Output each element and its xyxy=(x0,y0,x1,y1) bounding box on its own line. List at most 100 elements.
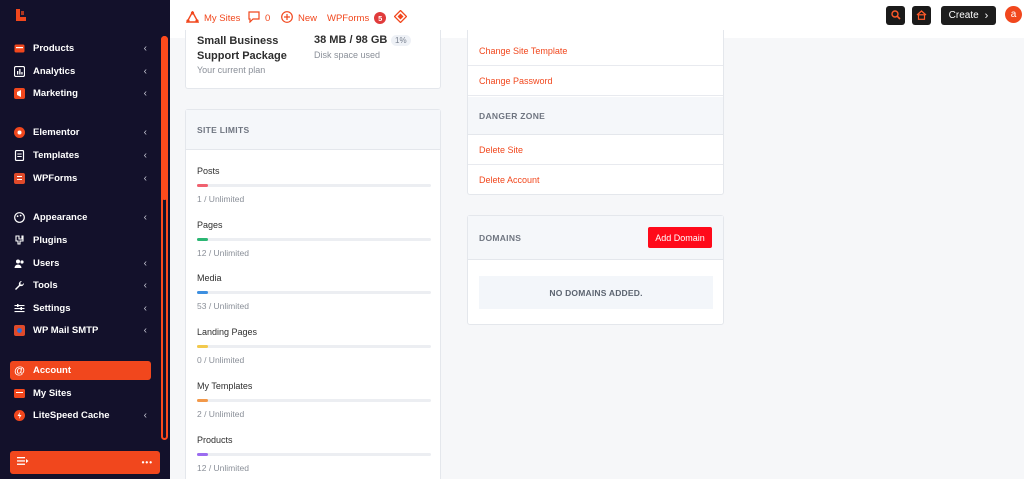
plan-name: Small Business Support Package xyxy=(197,35,287,62)
search-icon xyxy=(890,7,901,25)
limit-row-posts: Posts 1 / Unlimited xyxy=(197,166,431,204)
limit-progress-track xyxy=(197,345,431,348)
delete-account-link[interactable]: Delete Account xyxy=(468,165,723,194)
search-button[interactable] xyxy=(886,6,905,25)
mail-icon xyxy=(14,324,25,336)
at-icon: @ xyxy=(14,364,25,377)
disk-usage-label: Disk space used xyxy=(314,50,381,60)
sidebar-item-wp-mail-smtp[interactable]: WP Mail SMTP ‹ xyxy=(10,320,151,340)
sidebar-item-wpforms[interactable]: WPForms ‹ xyxy=(10,168,151,188)
sidebar-item-label: Marketing xyxy=(33,87,78,99)
limit-row-products: Products 12 / Unlimited xyxy=(197,435,431,473)
site-limits-card: SITE LIMITS Posts 1 / Unlimited Pages 12… xyxy=(185,109,441,479)
limit-count: 12 / Unlimited xyxy=(197,248,249,258)
sidebar-item-account[interactable]: @ Account xyxy=(10,361,151,380)
change-site-template-link[interactable]: Change Site Template xyxy=(468,37,723,66)
sidebar-item-settings[interactable]: Settings ‹ xyxy=(10,298,151,318)
limit-row-landing-pages: Landing Pages 0 / Unlimited xyxy=(197,327,431,365)
box-icon xyxy=(14,43,25,54)
plus-circle-icon xyxy=(281,10,293,26)
limit-name: Products xyxy=(197,435,233,445)
sidebar-item-appearance[interactable]: Appearance ‹ xyxy=(10,207,151,227)
chevron-left-icon: ‹ xyxy=(143,324,147,336)
plan-subtitle: Your current plan xyxy=(197,65,266,75)
elementor-icon xyxy=(14,126,25,138)
limit-count: 2 / Unlimited xyxy=(197,409,245,419)
limit-name: Landing Pages xyxy=(197,327,258,337)
home-button[interactable] xyxy=(912,6,931,25)
chevron-right-icon: › xyxy=(984,9,989,22)
sidebar-item-label: Settings xyxy=(33,302,71,314)
comments-link[interactable]: 0 xyxy=(248,10,270,26)
sidebar-item-plugins[interactable]: Plugins xyxy=(10,230,151,250)
sidebar-item-label: My Sites xyxy=(33,387,72,399)
palette-icon xyxy=(14,211,25,223)
limit-count: 53 / Unlimited xyxy=(197,301,249,311)
new-content-link[interactable]: New xyxy=(281,10,317,26)
more-options-icon[interactable]: ••• xyxy=(142,458,153,467)
sidebar: Products ‹ Analytics ‹ Marketing ‹ Eleme… xyxy=(0,0,170,479)
chevron-left-icon: ‹ xyxy=(143,42,147,54)
limit-name: My Templates xyxy=(197,381,253,391)
megaphone-icon xyxy=(14,87,25,99)
wpforms-link[interactable]: WPForms 5 xyxy=(327,10,387,26)
chevron-left-icon: ‹ xyxy=(143,409,147,421)
site-logo-icon[interactable] xyxy=(14,8,28,22)
limit-progress-track xyxy=(197,399,431,402)
sidebar-item-label: Products xyxy=(33,42,75,54)
my-sites-link[interactable]: My Sites xyxy=(185,10,240,26)
sidebar-item-label: Plugins xyxy=(33,234,68,246)
sidebar-item-label: Tools xyxy=(33,279,58,291)
sidebar-item-marketing[interactable]: Marketing ‹ xyxy=(10,83,151,103)
sidebar-item-analytics[interactable]: Analytics ‹ xyxy=(10,61,151,81)
add-domain-button[interactable]: Add Domain xyxy=(648,227,712,248)
chart-icon xyxy=(14,65,25,77)
chevron-left-icon: ‹ xyxy=(143,172,147,184)
sidebar-item-litespeed-cache[interactable]: LiteSpeed Cache ‹ xyxy=(10,405,151,425)
sidebar-item-users[interactable]: Users ‹ xyxy=(10,253,151,273)
current-plan-card: Small Business Support Package Your curr… xyxy=(185,30,441,89)
disk-usage-percent-badge: 1% xyxy=(391,35,411,46)
sidebar-item-label: WPForms xyxy=(33,172,78,184)
disk-usage-value: 38 MB / 98 GB xyxy=(314,34,388,46)
limit-count: 1 / Unlimited xyxy=(197,194,245,204)
sidebar-item-my-sites[interactable]: My Sites xyxy=(10,383,151,403)
sidebar-item-products[interactable]: Products ‹ xyxy=(10,38,151,58)
limit-progress-fill xyxy=(197,238,208,241)
limit-row-media: Media 53 / Unlimited xyxy=(197,273,431,311)
sidebar-item-elementor[interactable]: Elementor ‹ xyxy=(10,122,151,142)
limit-progress-fill xyxy=(197,345,208,348)
create-button[interactable]: Create › xyxy=(941,6,996,25)
diamond-icon xyxy=(393,9,408,26)
sidebar-item-tools[interactable]: Tools ‹ xyxy=(10,275,151,295)
change-password-link[interactable]: Change Password xyxy=(468,67,723,96)
danger-zone-title: DANGER ZONE xyxy=(468,97,723,135)
notification-badge: 5 xyxy=(374,12,387,24)
chevron-left-icon: ‹ xyxy=(143,302,147,314)
sidebar-scroll-thumb[interactable] xyxy=(161,36,168,200)
collapse-menu-button[interactable]: ••• xyxy=(10,451,160,474)
limit-name: Media xyxy=(197,273,222,283)
sidebar-item-label: Analytics xyxy=(33,65,76,77)
limit-progress-track xyxy=(197,238,431,241)
sidebar-item-label: WP Mail SMTP xyxy=(33,324,99,336)
avatar[interactable]: a xyxy=(1005,6,1022,23)
sidebar-item-label: Templates xyxy=(33,149,80,161)
wpforms-icon xyxy=(14,172,25,184)
chevron-left-icon: ‹ xyxy=(143,257,147,269)
chevron-left-icon: ‹ xyxy=(143,87,147,99)
limit-progress-fill xyxy=(197,453,208,456)
limit-progress-fill xyxy=(197,184,208,187)
wpforms-label: WPForms xyxy=(327,12,370,24)
diamond-menu-link[interactable] xyxy=(393,9,408,26)
sidebar-item-templates[interactable]: Templates ‹ xyxy=(10,145,151,165)
new-label: New xyxy=(298,12,318,24)
chevron-left-icon: ‹ xyxy=(143,126,147,138)
limit-row-pages: Pages 12 / Unlimited xyxy=(197,220,431,258)
limit-row-my-templates: My Templates 2 / Unlimited xyxy=(197,381,431,419)
account-settings-card: Change Site Template Change Password DAN… xyxy=(467,30,724,195)
sites-network-icon xyxy=(185,10,200,26)
limit-name: Posts xyxy=(197,166,220,176)
limit-progress-fill xyxy=(197,291,208,294)
delete-site-link[interactable]: Delete Site xyxy=(468,136,723,165)
